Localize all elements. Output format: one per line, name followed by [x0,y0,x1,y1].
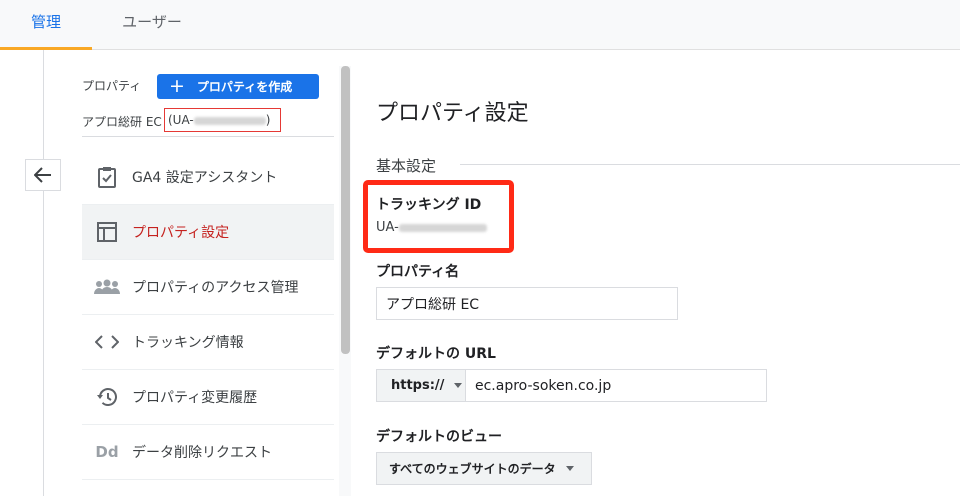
default-view-select[interactable]: すべてのウェブサイトのデータ [376,452,592,485]
property-name-input[interactable] [376,287,678,320]
arrow-left-icon [34,167,51,183]
nav-label: トラッキング情報 [132,335,244,351]
property-name[interactable]: アプロ総研 EC [82,113,162,130]
property-id-prefix: (UA- [168,113,194,127]
nav-item-change-history[interactable]: プロパティ変更履歴 [82,370,334,425]
default-view-value: すべてのウェブサイトのデータ [389,462,556,476]
nav-label: プロパティ設定 [132,225,230,241]
property-label: プロパティ [82,79,142,93]
tab-users[interactable]: ユーザー [104,0,200,50]
nav-item-data-deletion[interactable]: Dd データ削除リクエスト [82,425,334,480]
section-divider [460,164,960,165]
create-property-button[interactable]: + プロパティを作成 [157,74,319,99]
code-icon [82,335,132,349]
nav-label: GA4 設定アシスタント [132,170,278,186]
tracking-id-value: UA- [376,220,487,235]
rail-divider [43,50,44,496]
tracking-id-prefix: UA- [376,220,399,235]
nav-scrollbar-thumb[interactable] [341,66,350,354]
property-id-suffix: ) [265,113,271,127]
history-icon [82,387,132,407]
nav-label: データ削除リクエスト [132,445,272,461]
create-property-label: プロパティを作成 [196,80,293,94]
section-title: 基本設定 [376,157,437,175]
tab-admin[interactable]: 管理 [0,0,92,50]
nav-item-ga4-setup[interactable]: GA4 設定アシスタント [82,150,334,205]
redacted-id [398,223,487,232]
tracking-id-label: トラッキング ID [376,197,482,213]
top-tab-bar: 管理 ユーザー [0,0,960,50]
redacted-id [193,116,266,125]
nav-item-tracking-info[interactable]: トラッキング情報 [82,315,334,370]
protocol-value: https:// [391,378,445,393]
caret-down-icon [454,383,463,388]
default-url-label: デフォルトの URL [376,346,496,362]
property-name-label: プロパティ名 [376,264,460,280]
default-view-label: デフォルトのビュー [376,429,502,445]
property-separator [82,136,334,137]
clipboard-check-icon [82,166,132,188]
property-id: (UA-) [164,108,281,132]
nav-item-access-management[interactable]: プロパティのアクセス管理 [82,260,334,315]
back-button[interactable] [25,159,61,191]
protocol-select[interactable]: https:// [376,369,466,402]
tracking-id-highlight [363,180,514,253]
caret-down-icon [565,466,574,471]
nav-item-property-settings[interactable]: プロパティ設定 [82,205,334,260]
layout-icon [82,222,132,242]
dd-icon: Dd [95,443,119,461]
plus-icon: + [169,75,185,97]
default-url-input[interactable] [465,369,767,402]
people-icon [82,279,132,295]
page-title: プロパティ設定 [376,101,529,126]
nav-label: プロパティのアクセス管理 [132,280,299,296]
nav-label: プロパティ変更履歴 [132,390,258,406]
